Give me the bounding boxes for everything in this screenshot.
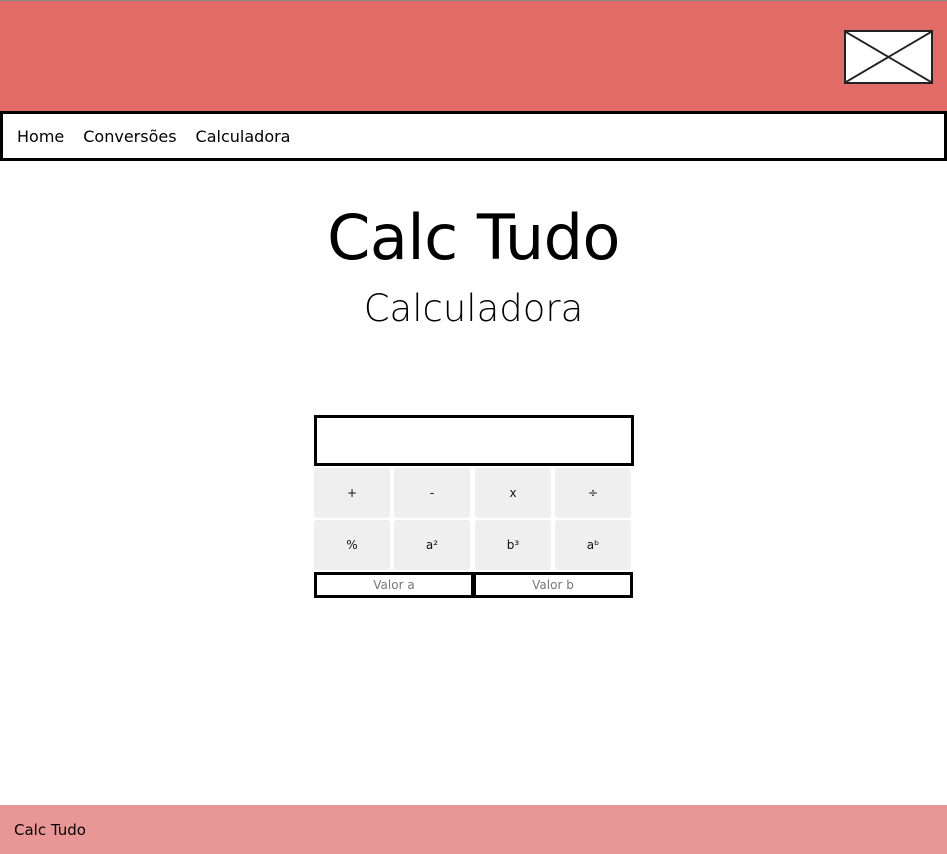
subtract-button[interactable]: - [394, 468, 470, 518]
percent-button[interactable]: % [314, 520, 390, 570]
value-b-input[interactable] [473, 572, 633, 598]
value-a-input[interactable] [314, 572, 474, 598]
page-title: Calc Tudo [327, 201, 620, 274]
nav-item-home[interactable]: Home [17, 127, 64, 146]
image-placeholder-icon [844, 30, 933, 84]
main-nav: Home Conversões Calculadora [0, 111, 947, 161]
add-button[interactable]: + [314, 468, 390, 518]
footer: Calc Tudo [0, 805, 947, 854]
power-button[interactable]: aᵇ [555, 520, 631, 570]
divide-button[interactable]: ÷ [555, 468, 631, 518]
footer-text: Calc Tudo [14, 820, 86, 839]
square-button[interactable]: a² [394, 520, 470, 570]
page-subtitle: Calculadora [363, 287, 584, 330]
calculator-display [314, 415, 634, 466]
header-banner [0, 0, 947, 111]
cube-button[interactable]: b³ [475, 520, 551, 570]
nav-item-conversoes[interactable]: Conversões [83, 127, 176, 146]
page: Home Conversões Calculadora Calc Tudo Ca… [0, 0, 947, 854]
nav-item-calculadora[interactable]: Calculadora [196, 127, 291, 146]
multiply-button[interactable]: x [475, 468, 551, 518]
